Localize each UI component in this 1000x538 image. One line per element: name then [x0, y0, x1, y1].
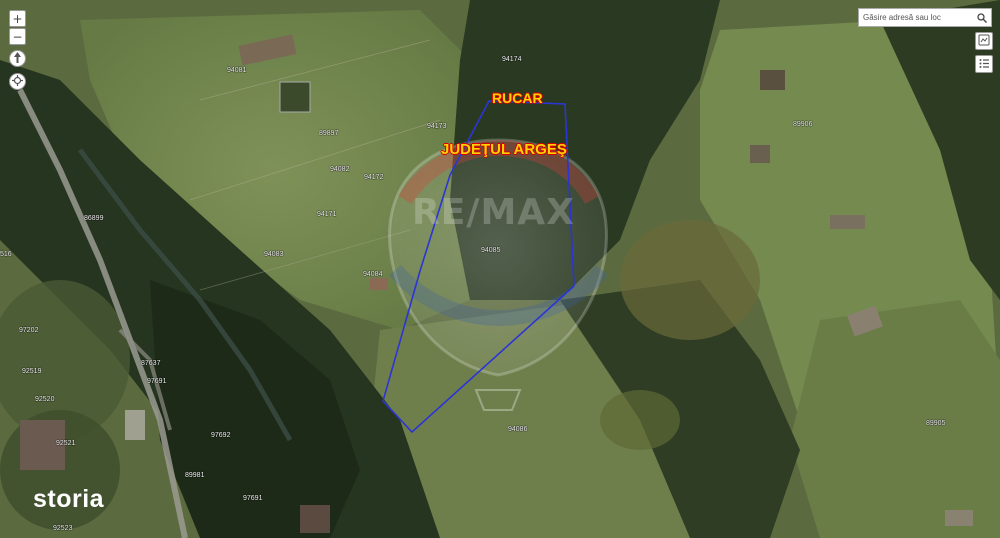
layers-icon [978, 34, 990, 48]
legend-button[interactable] [975, 55, 993, 73]
parcel-label: 94082 [330, 166, 350, 173]
parcel-label: 92523 [53, 525, 73, 532]
parcel-label: 89981 [185, 472, 205, 479]
satellite-imagery [0, 0, 1000, 538]
north-arrow-button[interactable] [9, 50, 26, 67]
legend-list-icon [979, 58, 990, 71]
search-icon [977, 8, 988, 27]
satellite-map[interactable] [0, 0, 1000, 538]
parcel-label: 89905 [926, 420, 946, 427]
watermark-text: RE/MAX [412, 192, 575, 233]
parcel-label: 94173 [427, 123, 447, 130]
zoom-out-button[interactable]: − [9, 28, 26, 45]
parcel-label: 97691 [147, 378, 167, 385]
layers-button[interactable] [975, 32, 993, 50]
search-button[interactable] [973, 9, 991, 26]
parcel-label: 97202 [19, 327, 39, 334]
place-label-judet: JUDEŢUL ARGEŞ [441, 141, 567, 158]
parcel-label: 94084 [363, 271, 383, 278]
parcel-label: 86899 [84, 215, 104, 222]
parcel-label: 97692 [211, 432, 231, 439]
parcel-label: 92520 [35, 396, 55, 403]
parcel-label: 516 [0, 251, 12, 258]
locate-button[interactable] [9, 73, 26, 90]
north-arrow-icon [13, 52, 22, 65]
address-search-input[interactable] [859, 10, 974, 25]
parcel-label: 87637 [141, 360, 161, 367]
parcel-label: 97691 [243, 495, 263, 502]
parcel-label: 94172 [364, 174, 384, 181]
parcel-label: 92521 [56, 440, 76, 447]
parcel-label: 94083 [264, 251, 284, 258]
parcel-label: 94171 [317, 211, 337, 218]
parcel-label: 94081 [227, 67, 247, 74]
storia-logo: storia [33, 485, 105, 513]
zoom-in-button[interactable]: + [9, 10, 26, 27]
parcel-label: 89897 [319, 130, 339, 137]
parcel-label: 94086 [508, 426, 528, 433]
address-search-box [858, 8, 992, 27]
parcel-label: 94174 [502, 56, 522, 63]
parcel-label: 92519 [22, 368, 42, 375]
place-label-rucar: RUCAR [492, 90, 543, 106]
parcel-label: 94085 [481, 247, 501, 254]
parcel-label: 89906 [793, 121, 813, 128]
locate-icon [12, 75, 23, 88]
